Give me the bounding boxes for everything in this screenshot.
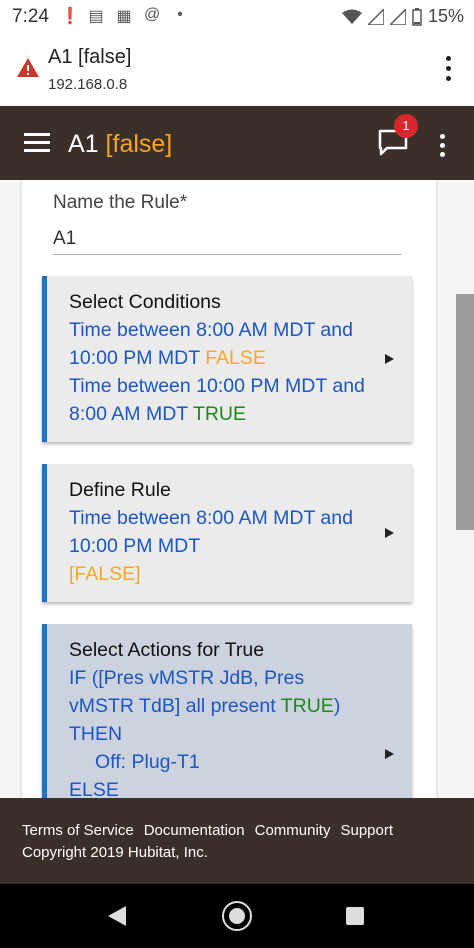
browser-menu-icon[interactable]: [444, 56, 452, 84]
browser-page-title: A1 [false]: [48, 46, 132, 68]
then-label: THEN: [69, 723, 123, 745]
if-text: IF ([Pres vMSTR JdB, Pres vMSTR TdB] all…: [69, 667, 305, 717]
notification-badge[interactable]: 1: [394, 114, 418, 138]
support-link[interactable]: Support: [340, 822, 393, 839]
terms-link[interactable]: Terms of Service: [22, 822, 134, 839]
rule-text: Time between 8:00 AM MDT and 10:00 PM MD…: [69, 507, 353, 557]
condition-state: TRUE: [192, 403, 247, 425]
alert-icon: ❗: [60, 8, 80, 25]
rule-name-label: Name the Rule*: [53, 192, 188, 213]
else-label: ELSE: [69, 779, 119, 798]
copyright: Copyright 2019 Hubitat, Inc.: [22, 844, 208, 861]
dot-icon: •: [177, 6, 183, 23]
rule-name: A1: [68, 130, 99, 158]
if-state: TRUE: [280, 695, 334, 717]
battery-icon: [412, 7, 422, 26]
status-notification-icons: ❗ ▤ ▦ @ •: [60, 6, 188, 26]
footer-links: Terms of Service Documentation Community…: [22, 822, 393, 839]
android-nav-bar: [0, 884, 474, 948]
community-link[interactable]: Community: [255, 822, 331, 839]
main-content: Name the Rule* Select Conditions Time be…: [0, 180, 474, 798]
battery-percent: 15%: [427, 6, 464, 26]
section-heading: Select Conditions: [69, 291, 221, 313]
chevron-right-icon: [385, 354, 394, 364]
back-icon[interactable]: [108, 906, 126, 926]
rule-status: [false]: [105, 130, 173, 158]
signal-2-icon: [389, 8, 406, 25]
wifi-icon: [341, 9, 362, 24]
hamburger-menu-icon[interactable]: [24, 133, 50, 157]
documentation-link[interactable]: Documentation: [144, 822, 245, 839]
browser-url-bar[interactable]: A1 [false] 192.168.0.8: [0, 34, 474, 107]
home-icon[interactable]: [222, 901, 252, 931]
select-conditions-section[interactable]: Select Conditions Time between 8:00 AM M…: [42, 276, 412, 442]
if-close: ): [333, 695, 341, 717]
chevron-right-icon: [385, 749, 394, 759]
section-heading: Select Actions for True: [69, 639, 265, 661]
condition-state: FALSE: [205, 347, 266, 369]
footer: Terms of Service Documentation Community…: [0, 798, 474, 884]
page-title: A1 [false]: [68, 130, 172, 159]
status-system-icons: 15%: [341, 6, 464, 27]
overflow-menu-icon[interactable]: [440, 134, 446, 161]
at-icon: @: [144, 6, 161, 23]
rule-name-input[interactable]: [53, 224, 401, 255]
status-time: 7:24: [12, 6, 49, 27]
signal-icon: [367, 8, 384, 25]
rule-state: [FALSE]: [69, 563, 141, 585]
define-rule-section[interactable]: Define Rule Time between 8:00 AM MDT and…: [42, 464, 412, 602]
scrollbar-thumb[interactable]: [456, 294, 474, 530]
action-text: Off: Plug-T1: [95, 751, 200, 773]
section-heading: Define Rule: [69, 479, 171, 501]
select-actions-section[interactable]: Select Actions for True IF ([Pres vMSTR …: [42, 624, 412, 798]
browser-host[interactable]: 192.168.0.8: [48, 76, 127, 93]
warning-icon[interactable]: [16, 56, 40, 80]
calendar-icon: ▦: [116, 8, 132, 25]
chevron-right-icon: [385, 528, 394, 538]
news-icon: ▤: [88, 8, 104, 25]
recent-apps-icon[interactable]: [346, 907, 364, 925]
rule-form-card: Name the Rule* Select Conditions Time be…: [22, 180, 436, 798]
status-bar: 7:24 ❗ ▤ ▦ @ • 15%: [0, 0, 474, 34]
